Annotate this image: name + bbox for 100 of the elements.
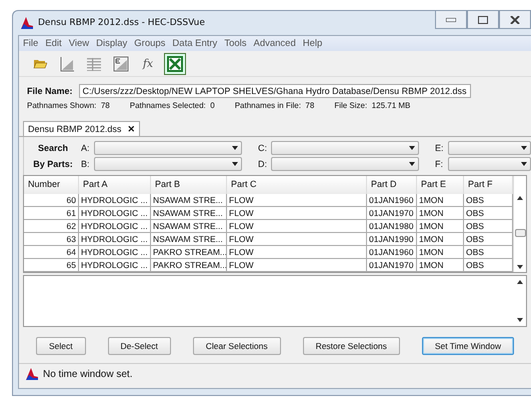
table-cell: FLOW (227, 233, 367, 246)
table-cell: FLOW (227, 194, 367, 207)
caret-icon (521, 162, 527, 166)
table-cell: PAKRO STREAM... (151, 246, 227, 259)
stat-text: Pathnames Shown: 78 (27, 101, 110, 110)
stat-text: Pathnames Selected: 0 (130, 101, 215, 110)
scroll-down-icon[interactable] (517, 265, 523, 269)
maximize-icon (478, 16, 488, 24)
table-cell: FLOW (227, 207, 367, 220)
part-dropdown[interactable] (448, 141, 531, 155)
stat-text: File Size: 125.71 MB (334, 101, 410, 110)
minimize-button[interactable] (435, 11, 467, 29)
scroll-up-icon[interactable] (517, 280, 523, 284)
table-cell: 60 (24, 194, 79, 207)
table-cell: 1MON (417, 194, 464, 207)
file-tab[interactable]: Densu RBMP 2012.dss ✕ (23, 121, 140, 136)
column-header[interactable]: Part D (367, 176, 417, 194)
table-cell: 1MON (417, 207, 464, 220)
table-cell: 1MON (417, 220, 464, 233)
table-cell: HYDROLOGIC ... (79, 194, 151, 207)
table-cell: HYDROLOGIC ... (79, 246, 151, 259)
action-button[interactable]: Clear Selections (192, 337, 281, 355)
menu-item[interactable]: File (23, 38, 38, 49)
table-cell: HYDROLOGIC ... (79, 233, 151, 246)
table-cell: OBS (464, 220, 513, 233)
caret-icon (232, 146, 238, 150)
table-cell: 01JAN1990 (367, 233, 417, 246)
table-cell: FLOW (227, 246, 367, 259)
table-cell: 01JAN1970 (367, 207, 417, 220)
menu-item[interactable]: Groups (134, 38, 166, 49)
part-dropdown[interactable] (271, 157, 419, 171)
scroll-thumb[interactable] (514, 228, 526, 236)
action-button[interactable]: De-Select (108, 337, 171, 355)
table-cell: NSAWAM STRE... (151, 194, 227, 207)
table-cell: 64 (24, 246, 79, 259)
column-header[interactable]: Part F (464, 176, 513, 194)
table-icon (86, 56, 102, 70)
search-label: By Parts: (32, 159, 74, 169)
menu-item[interactable]: Edit (45, 38, 62, 49)
column-header[interactable]: Part A (79, 176, 151, 194)
close-button[interactable] (499, 11, 531, 29)
part-label: D: (258, 159, 268, 169)
part-dropdown[interactable] (94, 157, 242, 171)
toolbar-button[interactable] (164, 52, 186, 74)
app-logo-icon (20, 16, 34, 30)
table-cell: 01JAN1980 (367, 220, 417, 233)
table-cell: NSAWAM STRE... (151, 207, 227, 220)
table-cell: 1MON (417, 259, 464, 272)
column-header[interactable]: Part B (151, 176, 227, 194)
table-cell: 62 (24, 220, 79, 233)
action-button[interactable]: Select (36, 337, 86, 355)
caret-icon (521, 146, 527, 150)
table-cell: FLOW (227, 220, 367, 233)
menu-item[interactable]: Data Entry (172, 38, 218, 49)
part-label: B: (81, 159, 91, 169)
toolbar-button[interactable]: fx (137, 52, 159, 74)
part-dropdown[interactable] (448, 157, 531, 171)
spreadsheet-icon (166, 54, 184, 72)
part-dropdown[interactable] (94, 141, 242, 155)
action-button[interactable]: Set Time Window (422, 337, 514, 355)
minimize-icon (446, 18, 456, 22)
menu-item[interactable]: Advanced (254, 38, 296, 49)
table-cell: OBS (464, 259, 513, 272)
table-cell: 01JAN1960 (367, 194, 417, 207)
close-icon (510, 16, 520, 24)
action-button[interactable]: Restore Selections (302, 337, 400, 355)
caret-icon (232, 162, 238, 166)
column-header[interactable]: Number (24, 176, 79, 194)
column-header[interactable]: Part C (227, 176, 367, 194)
table-cell: PAKRO STREAM... (151, 259, 227, 272)
status-logo-icon (25, 367, 39, 381)
chart-icon (59, 56, 75, 72)
menu-item[interactable]: View (68, 38, 90, 49)
scroll-up-icon[interactable] (517, 196, 523, 200)
table-cell: OBS (464, 233, 513, 246)
part-label: E: (435, 143, 445, 153)
window-title: Densu RBMP 2012.dss - HEC-DSSVue (38, 18, 205, 28)
table-cell: NSAWAM STRE... (151, 220, 227, 233)
table-cell: 61 (24, 207, 79, 220)
scroll-down-icon[interactable] (517, 318, 523, 322)
menu-item[interactable]: Display (96, 38, 128, 49)
table-cell: 65 (24, 259, 79, 272)
table-cell: HYDROLOGIC ... (79, 220, 151, 233)
table-cell: 63 (24, 233, 79, 246)
part-label: C: (258, 143, 268, 153)
stat-text: Pathnames in File: 78 (234, 101, 314, 110)
table-cell: 1MON (417, 233, 464, 246)
caret-icon (409, 146, 415, 150)
maximize-button[interactable] (467, 11, 499, 29)
menu-item[interactable]: Tools (224, 38, 246, 49)
folder-icon (33, 58, 47, 69)
part-dropdown[interactable] (271, 141, 419, 155)
table-cell: 01JAN1970 (367, 259, 417, 272)
scrollbar[interactable] (513, 176, 526, 272)
menu-item[interactable]: Help (302, 38, 322, 49)
table-cell: FLOW (227, 259, 367, 272)
column-header[interactable]: Part E (417, 176, 464, 194)
search-label: Search (36, 143, 70, 153)
file-name-field[interactable]: C:/Users/zzz/Desktop/NEW LAPTOP SHELVES/Ghana Hydro Database/Densu RBMP 2012.dss (78, 84, 471, 98)
status-text: No time window set. (43, 368, 132, 380)
